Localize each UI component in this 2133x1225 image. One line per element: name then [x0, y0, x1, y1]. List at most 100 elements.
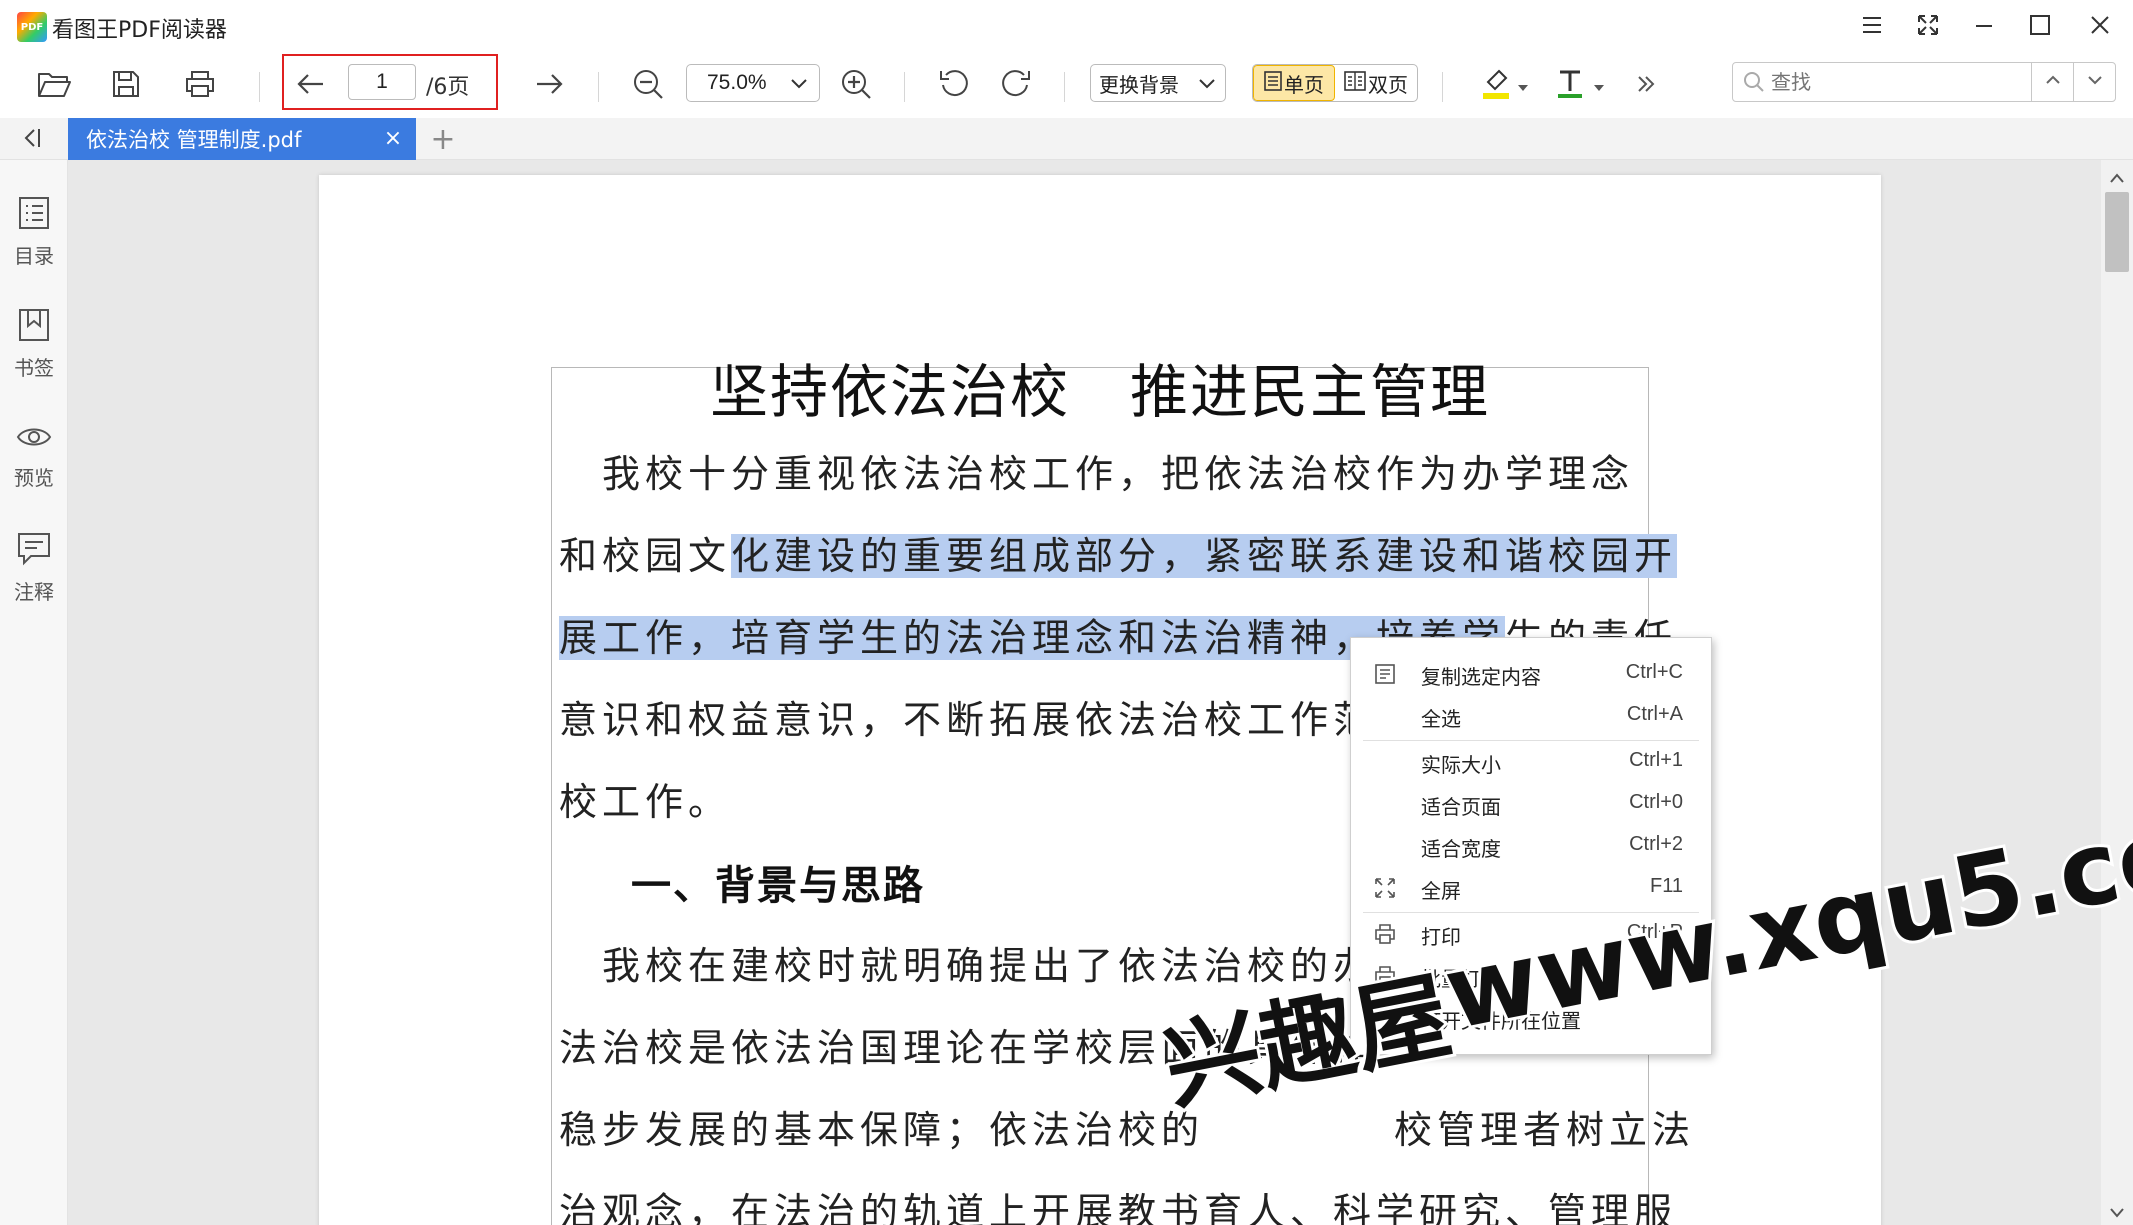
menu-item-fit-width[interactable]: 适合宽度 Ctrl+2: [1351, 824, 1711, 866]
selected-text: 化建设的重要组成部分，紧密联系建设和谐校园开: [731, 534, 1678, 578]
menu-button[interactable]: [1850, 8, 1894, 46]
sidebar-item-label: 注释: [14, 580, 54, 604]
zoom-out-button[interactable]: [626, 64, 670, 108]
search-box: [1732, 62, 2116, 102]
page-number-input[interactable]: [348, 64, 416, 100]
change-background-label: 更换背景: [1099, 72, 1179, 97]
rotate-right-button[interactable]: [994, 64, 1038, 108]
menu-item-actual-size[interactable]: 实际大小 Ctrl+1: [1351, 740, 1711, 782]
expand-arrows-icon: [1917, 14, 1939, 40]
document-title: 坚持依法治校 推进民主管理: [709, 358, 1490, 426]
title-bar: PDF 看图王PDF阅读器: [0, 0, 2133, 54]
maximize-icon: [2029, 14, 2051, 40]
double-chevron-right-icon: [1636, 74, 1656, 98]
vertical-scrollbar[interactable]: [2101, 160, 2133, 1225]
menu-item-shortcut: Ctrl+A: [1626, 703, 1683, 725]
single-page-button[interactable]: 单页: [1253, 65, 1336, 101]
hamburger-icon: [1862, 16, 1882, 38]
chevron-up-icon: [2044, 71, 2062, 93]
document-viewport[interactable]: 坚持依法治校 推进民主管理 我校十分重视依法治校工作，把依法治校作为办学理念 和…: [68, 160, 2101, 1225]
save-button[interactable]: [104, 64, 148, 108]
text-color-dropdown[interactable]: [1586, 64, 1612, 108]
left-sidebar: 目录 书签 预览 注释: [0, 160, 68, 1225]
search-next-button[interactable]: [2073, 63, 2115, 101]
change-background-select[interactable]: 更换背景: [1090, 64, 1226, 102]
line-text: 意识和权益意识，不断拓展依法治校工作范: [559, 698, 1377, 742]
sidebar-item-bookmarks[interactable]: 书签: [0, 308, 68, 408]
collapse-sidebar-button[interactable]: [16, 126, 46, 154]
collapse-left-icon: [20, 127, 42, 153]
copy-icon: [1373, 662, 1397, 686]
fullscreen-icon: [1373, 876, 1397, 900]
print-button[interactable]: [178, 64, 222, 108]
menu-item-shortcut: Ctrl+C: [1625, 661, 1683, 683]
previous-page-button[interactable]: [289, 64, 333, 108]
list-icon: [18, 196, 50, 234]
close-icon: [2090, 15, 2110, 39]
close-window-button[interactable]: [2078, 8, 2122, 46]
menu-item-fit-page[interactable]: 适合页面 Ctrl+0: [1351, 782, 1711, 824]
bookmark-icon: [18, 308, 50, 346]
menu-item-select-all[interactable]: 全选 Ctrl+A: [1351, 694, 1711, 736]
more-tools-button[interactable]: [1624, 64, 1668, 108]
document-line: 意识和权益意识，不断拓展依法治校工作范: [559, 689, 1376, 744]
line-text: 稳步发展的基本保障；依法治校的: [559, 1108, 1205, 1152]
single-page-icon: [1264, 70, 1282, 96]
tab-document[interactable]: 依法治校 管理制度.pdf ×: [68, 118, 416, 160]
section-heading: 一、背景与思路: [631, 863, 925, 909]
minimize-button[interactable]: [1962, 8, 2006, 46]
menu-item-label: 实际大小: [1421, 753, 1501, 777]
minimize-icon: [1974, 15, 1994, 39]
caret-up-icon: [2110, 173, 2124, 183]
new-tab-button[interactable]: +: [428, 122, 458, 157]
sidebar-item-annotations[interactable]: 注释: [0, 532, 68, 632]
double-page-button[interactable]: 双页: [1335, 65, 1417, 101]
sidebar-item-label: 预览: [14, 466, 54, 490]
menu-item-label: 适合页面: [1421, 795, 1501, 819]
search-input[interactable]: [1771, 67, 2021, 97]
comment-icon: [17, 532, 51, 570]
line-text: 校管理者树立法: [1394, 1108, 1696, 1152]
fullscreen-toggle-button[interactable]: [1906, 8, 1950, 46]
line-text: 治观念，在法治的轨道上开展教书育人、科学研究、管理服: [559, 1190, 1678, 1225]
zoom-level-value: 75.0%: [707, 71, 767, 94]
printer-icon: [184, 69, 216, 103]
zoom-level-select[interactable]: 75.0%: [686, 64, 820, 102]
toolbar-divider: [904, 72, 905, 102]
double-page-icon: [1344, 70, 1366, 96]
sidebar-item-label: 书签: [14, 356, 54, 380]
rotate-cw-icon: [1000, 68, 1032, 104]
scroll-down-button[interactable]: [2101, 1201, 2133, 1225]
document-line: 稳步发展的基本保障；依法治校的 校管理者树立法: [559, 1099, 1695, 1154]
document-line: 和校园文化建设的重要组成部分，紧密联系建设和谐校园开: [559, 525, 1678, 580]
next-page-button[interactable]: [527, 64, 571, 108]
line-text: 校工作。: [559, 780, 732, 824]
caret-down-icon: [1593, 77, 1605, 96]
maximize-button[interactable]: [2018, 8, 2062, 46]
single-page-label: 单页: [1284, 72, 1324, 97]
zoom-in-button[interactable]: [834, 64, 878, 108]
tab-document-label: 依法治校 管理制度.pdf: [86, 128, 302, 152]
highlight-color-dropdown[interactable]: [1510, 64, 1536, 108]
scroll-thumb[interactable]: [2105, 192, 2129, 272]
zoom-out-icon: [632, 68, 664, 104]
search-previous-button[interactable]: [2031, 63, 2073, 101]
scroll-up-button[interactable]: [2101, 166, 2133, 190]
chevron-down-icon: [1197, 73, 1217, 98]
sidebar-item-preview[interactable]: 预览: [0, 422, 68, 522]
menu-item-label: 复制选定内容: [1421, 665, 1541, 689]
close-tab-icon[interactable]: ×: [382, 126, 404, 151]
document-line: 校工作。: [559, 771, 731, 826]
sidebar-item-label: 目录: [14, 244, 54, 268]
chevron-down-icon: [2086, 71, 2104, 93]
menu-item-label: 全屏: [1421, 879, 1461, 903]
tab-bar: 依法治校 管理制度.pdf × +: [0, 118, 2133, 160]
open-file-button[interactable]: [32, 64, 76, 108]
menu-item-copy-selection[interactable]: 复制选定内容 Ctrl+C: [1351, 652, 1711, 694]
sidebar-item-toc[interactable]: 目录: [0, 196, 68, 296]
search-icon: [1743, 71, 1765, 97]
chevron-down-icon: [789, 73, 809, 99]
menu-item-label: 适合宽度: [1421, 837, 1501, 861]
toolbar-divider: [1442, 72, 1443, 102]
rotate-left-button[interactable]: [932, 64, 976, 108]
